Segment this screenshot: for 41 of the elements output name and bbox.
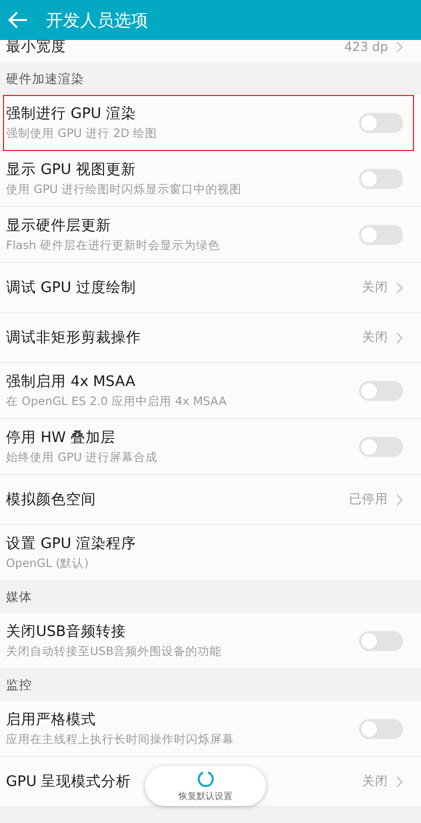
setting-title: 强制启用 4x MSAA	[6, 372, 136, 391]
setting-summary: 关闭自动转接至USB音频外围设备的功能	[6, 644, 222, 659]
setting-summary: 始终使用 GPU 进行屏幕合成	[6, 450, 158, 465]
setting-summary: OpenGL (默认)	[6, 556, 89, 571]
setting-title: 设置 GPU 渲染程序	[6, 534, 136, 553]
setting-summary: Flash 硬件层在进行更新时会显示为绿色	[6, 238, 220, 253]
setting-title: 强制进行 GPU 渲染	[6, 104, 136, 123]
refresh-icon	[196, 770, 214, 788]
setting-title: 调试非矩形剪裁操作	[6, 328, 141, 347]
toggle-switch[interactable]	[359, 112, 403, 132]
toggle-switch[interactable]	[359, 718, 403, 738]
setting-title: 停用 HW 叠加层	[6, 429, 116, 447]
setting-title: 模拟颜色空间	[6, 491, 96, 509]
setting-value: 关闭	[362, 279, 388, 296]
setting-summary: 应用在主线程上执行长时间操作时闪烁屏幕	[6, 732, 234, 747]
toggle-switch[interactable]	[359, 168, 403, 188]
setting-title: GPU 呈现模式分析	[6, 773, 132, 791]
toggle-switch[interactable]	[359, 630, 403, 650]
setting-summary: 强制使用 GPU 进行 2D 绘图	[6, 126, 158, 141]
toggle-switch[interactable]	[359, 224, 403, 244]
chevron-icon	[396, 332, 403, 344]
screen-title: 开发人员选项	[46, 10, 148, 32]
setting-title: 调试 GPU 过度绘制	[6, 278, 136, 297]
setting-title: 显示硬件层更新	[6, 216, 111, 235]
setting-value: 已停用	[349, 491, 388, 508]
setting-value: 423 dp	[344, 39, 388, 54]
setting-value: 关闭	[362, 773, 388, 790]
setting-title: 关闭USB音频转接	[6, 622, 126, 641]
setting-value: 关闭	[362, 329, 388, 346]
restore-defaults-button[interactable]: 恢复默认设置	[145, 766, 266, 806]
chevron-icon	[396, 282, 403, 294]
chevron-icon	[396, 494, 403, 506]
chevron-icon	[396, 40, 403, 52]
back-icon[interactable]	[8, 11, 28, 29]
setting-title: 显示 GPU 视图更新	[6, 160, 136, 179]
setting-summary: 在 OpenGL ES 2.0 应用中启用 4x MSAA	[6, 394, 226, 409]
toggle-switch[interactable]	[359, 380, 403, 400]
chevron-icon	[396, 776, 403, 788]
setting-summary: 使用 GPU 进行绘图时闪烁显示窗口中的视图	[6, 182, 242, 197]
toggle-switch[interactable]	[359, 436, 403, 456]
setting-title: 启用严格模式	[6, 710, 96, 729]
